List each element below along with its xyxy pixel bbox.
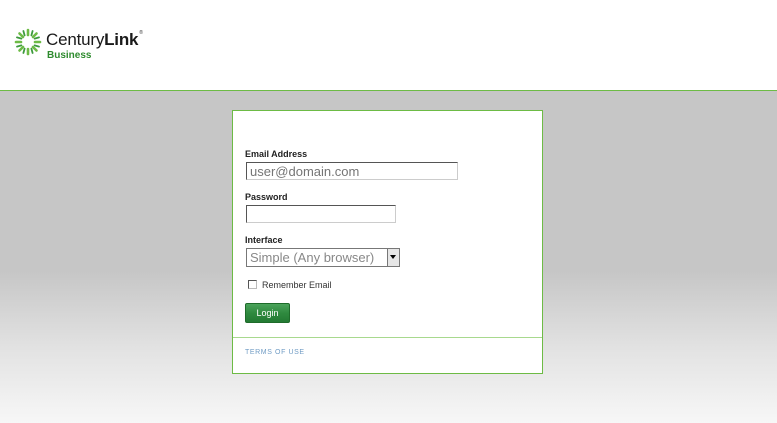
email-input[interactable] bbox=[246, 162, 458, 180]
brand-subtitle: Business bbox=[47, 50, 92, 61]
interface-selected-value: Simple (Any browser) bbox=[250, 250, 375, 265]
brand-name-bold: Link bbox=[104, 30, 139, 49]
brand-wordmark: CenturyLink® bbox=[46, 30, 143, 50]
login-panel: Email Address Password Interface Simple … bbox=[232, 110, 543, 374]
page-header: CenturyLink® Business bbox=[0, 0, 777, 90]
brand-trademark: ® bbox=[139, 30, 143, 36]
interface-label: Interface bbox=[245, 235, 283, 245]
login-button[interactable]: Login bbox=[245, 303, 290, 323]
terms-of-use-link[interactable]: TERMS OF USE bbox=[245, 349, 305, 356]
brand-name-regular: Century bbox=[46, 30, 105, 49]
chevron-down-icon[interactable] bbox=[387, 249, 399, 266]
password-input[interactable] bbox=[246, 205, 396, 223]
password-label: Password bbox=[245, 192, 288, 202]
interface-select[interactable]: Simple (Any browser) bbox=[246, 248, 400, 267]
panel-divider bbox=[233, 337, 542, 338]
centurylink-logo: CenturyLink® Business bbox=[14, 28, 154, 64]
remember-email-label[interactable]: Remember Email bbox=[262, 280, 332, 290]
centurylink-burst-icon bbox=[14, 28, 42, 56]
remember-email-checkbox[interactable] bbox=[248, 280, 257, 289]
email-label: Email Address bbox=[245, 149, 308, 159]
